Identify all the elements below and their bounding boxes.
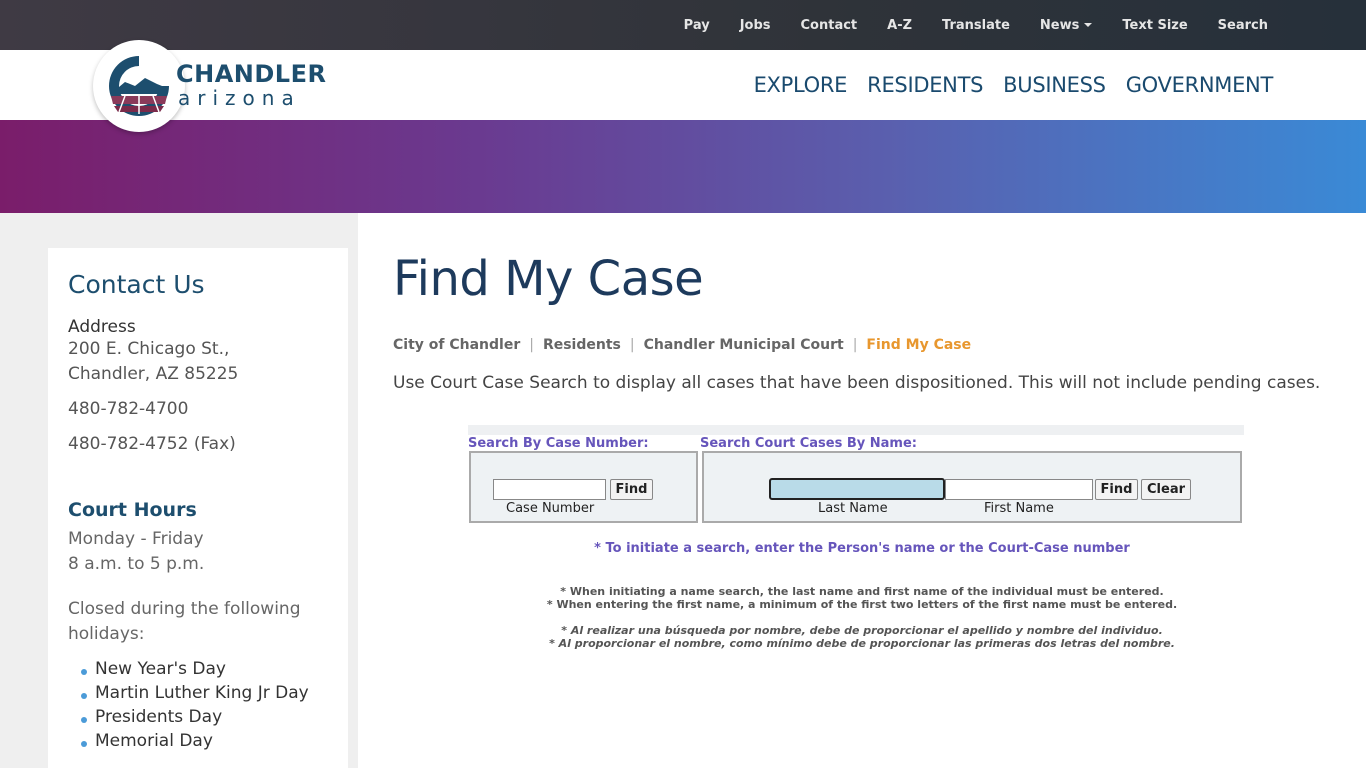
note-es-1: * Al realizar una búsqueda por nombre, d…	[561, 624, 1163, 637]
caret-down-icon	[1084, 23, 1093, 27]
list-item: Memorial Day	[81, 729, 328, 753]
intro-text: Use Court Case Search to display all cas…	[393, 373, 1321, 393]
city-logo[interactable]	[93, 40, 185, 132]
city-seal-icon	[109, 56, 169, 116]
clear-button[interactable]: Clear	[1141, 479, 1191, 500]
top-link-news[interactable]: News	[1039, 17, 1093, 33]
nav-government[interactable]: GOVERNMENT	[1126, 73, 1274, 97]
case-number-caption: Case Number	[506, 501, 595, 516]
top-link-contact[interactable]: Contact	[801, 18, 858, 33]
closed-holidays-text: Closed during the following holidays:	[68, 599, 301, 644]
nav-explore[interactable]: EXPLORE	[754, 73, 848, 97]
case-number-panel: Find Case Number	[469, 451, 698, 523]
search-by-name-label: Search Court Cases By Name:	[700, 436, 917, 451]
top-link-pay[interactable]: Pay	[684, 18, 710, 33]
top-link-search[interactable]: Search	[1218, 18, 1268, 33]
case-number-input[interactable]	[493, 479, 606, 500]
search-by-case-label: Search By Case Number:	[468, 436, 649, 451]
top-link-a-z[interactable]: A-Z	[887, 18, 912, 33]
breadcrumb-current: Find My Case	[866, 337, 972, 353]
name-find-button[interactable]: Find	[1095, 479, 1138, 500]
address-line-1: 200 E. Chicago St.,	[68, 339, 230, 359]
breadcrumb: City of Chandler | Residents | Chandler Muni…	[393, 337, 972, 353]
address-line-2: Chandler, AZ 85225	[68, 364, 239, 384]
page-title: Find My Case	[393, 251, 704, 307]
first-name-input[interactable]	[945, 479, 1093, 500]
court-hours-heading: Court Hours	[68, 499, 197, 521]
case-find-button[interactable]: Find	[610, 479, 653, 500]
main-content: Find My Case City of Chandler | Residents |…	[358, 213, 1366, 768]
fax-number: 480-782-4752 (Fax)	[68, 434, 236, 454]
first-name-caption: First Name	[984, 501, 1054, 516]
top-link-text-size[interactable]: Text Size	[1122, 18, 1187, 33]
list-item: Presidents Day	[81, 705, 328, 729]
last-name-caption: Last Name	[818, 501, 888, 516]
top-link-jobs[interactable]: Jobs	[740, 18, 771, 33]
news-label: News	[1039, 17, 1080, 33]
note-en-1: * When initiating a name search, the las…	[560, 585, 1164, 598]
breadcrumb-municipal-court[interactable]: Chandler Municipal Court	[644, 337, 844, 353]
logo-line-arizona: arizona	[178, 86, 301, 110]
breadcrumb-city[interactable]: City of Chandler	[393, 337, 520, 353]
sidebar-title: Contact Us	[68, 270, 205, 299]
list-item: New Year's Day	[81, 657, 328, 681]
search-top-strip	[468, 425, 1244, 435]
hours-days: Monday - Friday	[68, 529, 204, 549]
note-es-2: * Al proporcionar el nombre, como mínimo…	[549, 637, 1175, 650]
phone-number[interactable]: 480-782-4700	[68, 397, 328, 422]
utility-bar: Pay Jobs Contact A-Z Translate News Text…	[0, 0, 1366, 50]
logo-wordmark[interactable]: CHANDLER arizona	[176, 60, 326, 108]
nav-business[interactable]: BUSINESS	[1003, 73, 1106, 97]
top-link-translate[interactable]: Translate	[942, 18, 1010, 33]
list-item: Martin Luther King Jr Day	[81, 681, 328, 705]
note-en-2: * When entering the first name, a minimu…	[546, 598, 1178, 611]
logo-line-chandler: CHANDLER	[176, 60, 327, 88]
hero-banner	[0, 120, 1366, 213]
contact-sidebar: Contact Us Address 200 E. Chicago St., C…	[48, 248, 348, 768]
breadcrumb-residents[interactable]: Residents	[543, 337, 621, 353]
name-search-panel: Find Clear Last Name First Name	[702, 451, 1242, 523]
hours-time: 8 a.m. to 5 p.m.	[68, 554, 205, 574]
nav-residents[interactable]: RESIDENTS	[867, 73, 983, 97]
holiday-list: New Year's Day Martin Luther King Jr Day…	[81, 657, 328, 753]
last-name-input[interactable]	[769, 478, 945, 500]
main-navigation: EXPLORE RESIDENTS BUSINESS GOVERNMENT	[734, 50, 1274, 120]
address-label: Address	[68, 317, 136, 337]
search-instruction: * To initiate a search, enter the Person…	[594, 541, 1130, 556]
